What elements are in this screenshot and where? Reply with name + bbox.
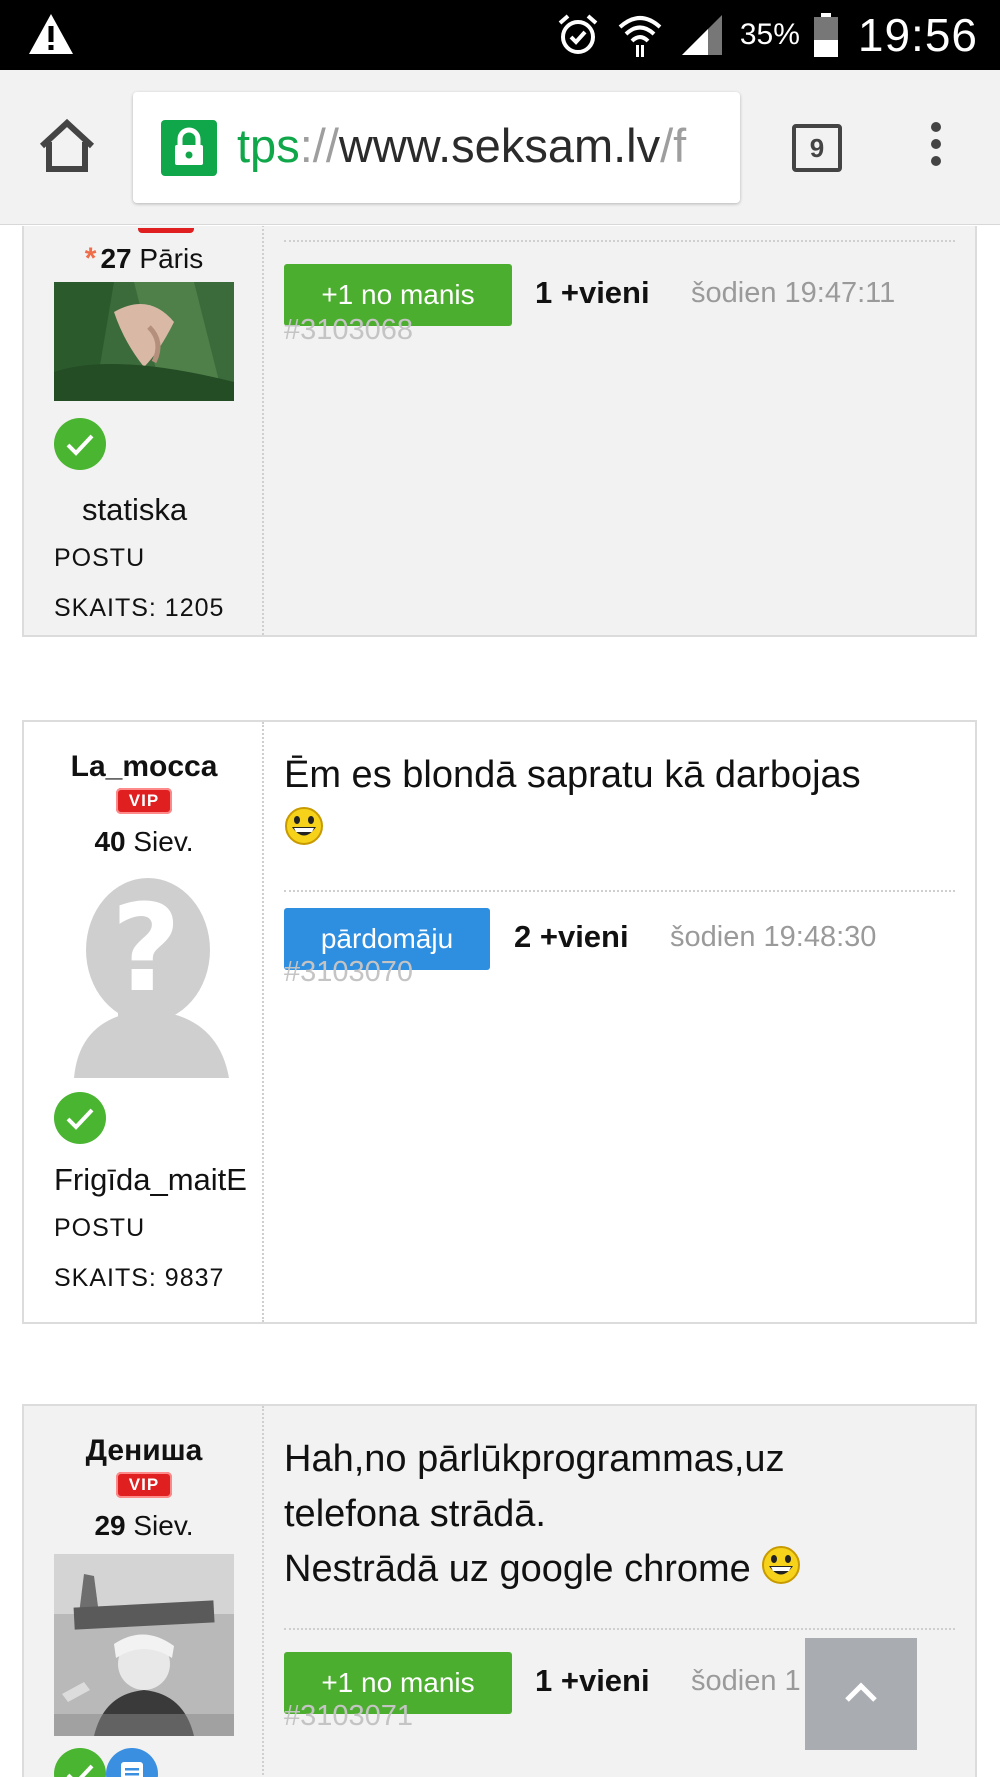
post-timestamp: šodien 19:47:11 (691, 277, 896, 309)
verified-icon (54, 1092, 106, 1144)
author-username[interactable]: La_mocca (24, 750, 264, 784)
post-id-link[interactable]: #3103068 (284, 314, 413, 347)
post-body: Ēm es blondā sapratu kā darbojas pārdomā… (264, 722, 975, 1322)
divider (284, 240, 955, 242)
forum-thread: * 27 Pāris statiska POSTU SKAITS: 1205 +… (0, 226, 1000, 1777)
star-icon: * (84, 242, 97, 275)
vote-count[interactable]: 2 +vieni (514, 919, 629, 955)
post-author-panel: Дениша VIP 29 Siev. (24, 1406, 264, 1777)
post-timestamp: šodien 19:48:30 (670, 921, 877, 953)
post-id-link[interactable]: #3103071 (284, 1700, 413, 1733)
post-count: SKAITS: 9837 (54, 1264, 225, 1292)
author-age-sex: 29 Siev. (94, 1510, 194, 1541)
post-message: Ēm es blondā sapratu kā darbojas (284, 748, 955, 858)
forum-post: La_mocca VIP 40 Siev. ? Frigīda_maitE PO… (22, 720, 977, 1324)
post-count-label: POSTU (54, 1214, 146, 1242)
svg-text:?: ? (111, 880, 181, 1019)
avatar-placeholder[interactable]: ? (54, 872, 234, 1078)
post-message: Hah,no pārlūkprogrammas,uz telefona strā… (284, 1432, 955, 1597)
verified-icon (54, 418, 106, 470)
vip-badge: VIP (116, 788, 172, 814)
overflow-menu-icon[interactable] (925, 122, 947, 176)
battery-icon (813, 13, 838, 57)
author-status: statiska (82, 492, 188, 527)
post-author-panel: La_mocca VIP 40 Siev. ? Frigīda_maitE PO… (24, 722, 264, 1322)
chevron-up-icon (845, 1682, 877, 1702)
post-count-label: POSTU (54, 544, 146, 572)
message-icon[interactable] (106, 1748, 158, 1777)
tab-switcher-button[interactable]: 9 (792, 124, 842, 172)
laughing-emoji-icon (762, 1546, 801, 1584)
signal-icon (681, 15, 722, 55)
post-id-link[interactable]: #3103070 (284, 956, 413, 989)
post-body: +1 no manis 1 +vieni šodien 19:47:11 #31… (264, 226, 975, 635)
laughing-emoji-icon (285, 807, 323, 845)
battery-percent: 35% (739, 18, 800, 51)
author-age-sex: 40 Siev. (94, 826, 194, 857)
status-bar: 35% 19:56 (0, 0, 1000, 70)
author-username[interactable]: Дениша (24, 1434, 264, 1468)
divider (284, 890, 955, 892)
post-author-panel: * 27 Pāris statiska POSTU SKAITS: 1205 (24, 226, 264, 635)
vote-count[interactable]: 1 +vieni (535, 275, 650, 311)
forum-post: * 27 Pāris statiska POSTU SKAITS: 1205 +… (22, 226, 977, 637)
url-text[interactable]: tps://www.seksam.lv/f (237, 118, 686, 173)
alarm-icon (558, 14, 598, 54)
browser-toolbar: tps://www.seksam.lv/f 9 (0, 70, 1000, 225)
vote-count[interactable]: 1 +vieni (535, 1663, 650, 1699)
avatar[interactable] (54, 282, 234, 401)
author-age-sex: * 27 Pāris (84, 242, 204, 275)
post-timestamp: šodien 1 (691, 1665, 801, 1697)
divider (284, 1628, 955, 1630)
lock-icon (161, 120, 217, 176)
vip-badge: VIP (116, 1472, 172, 1498)
avatar[interactable] (54, 1554, 234, 1736)
vip-badge (138, 228, 194, 233)
author-status: Frigīda_maitE (54, 1162, 247, 1197)
verified-icon (54, 1748, 106, 1777)
post-count: SKAITS: 1205 (54, 594, 225, 622)
address-bar[interactable]: tps://www.seksam.lv/f (133, 92, 740, 203)
warning-icon (29, 14, 73, 54)
clock: 19:56 (857, 9, 978, 61)
scroll-to-top-button[interactable] (805, 1638, 917, 1750)
wifi-icon (618, 16, 662, 57)
home-icon[interactable] (36, 118, 98, 174)
